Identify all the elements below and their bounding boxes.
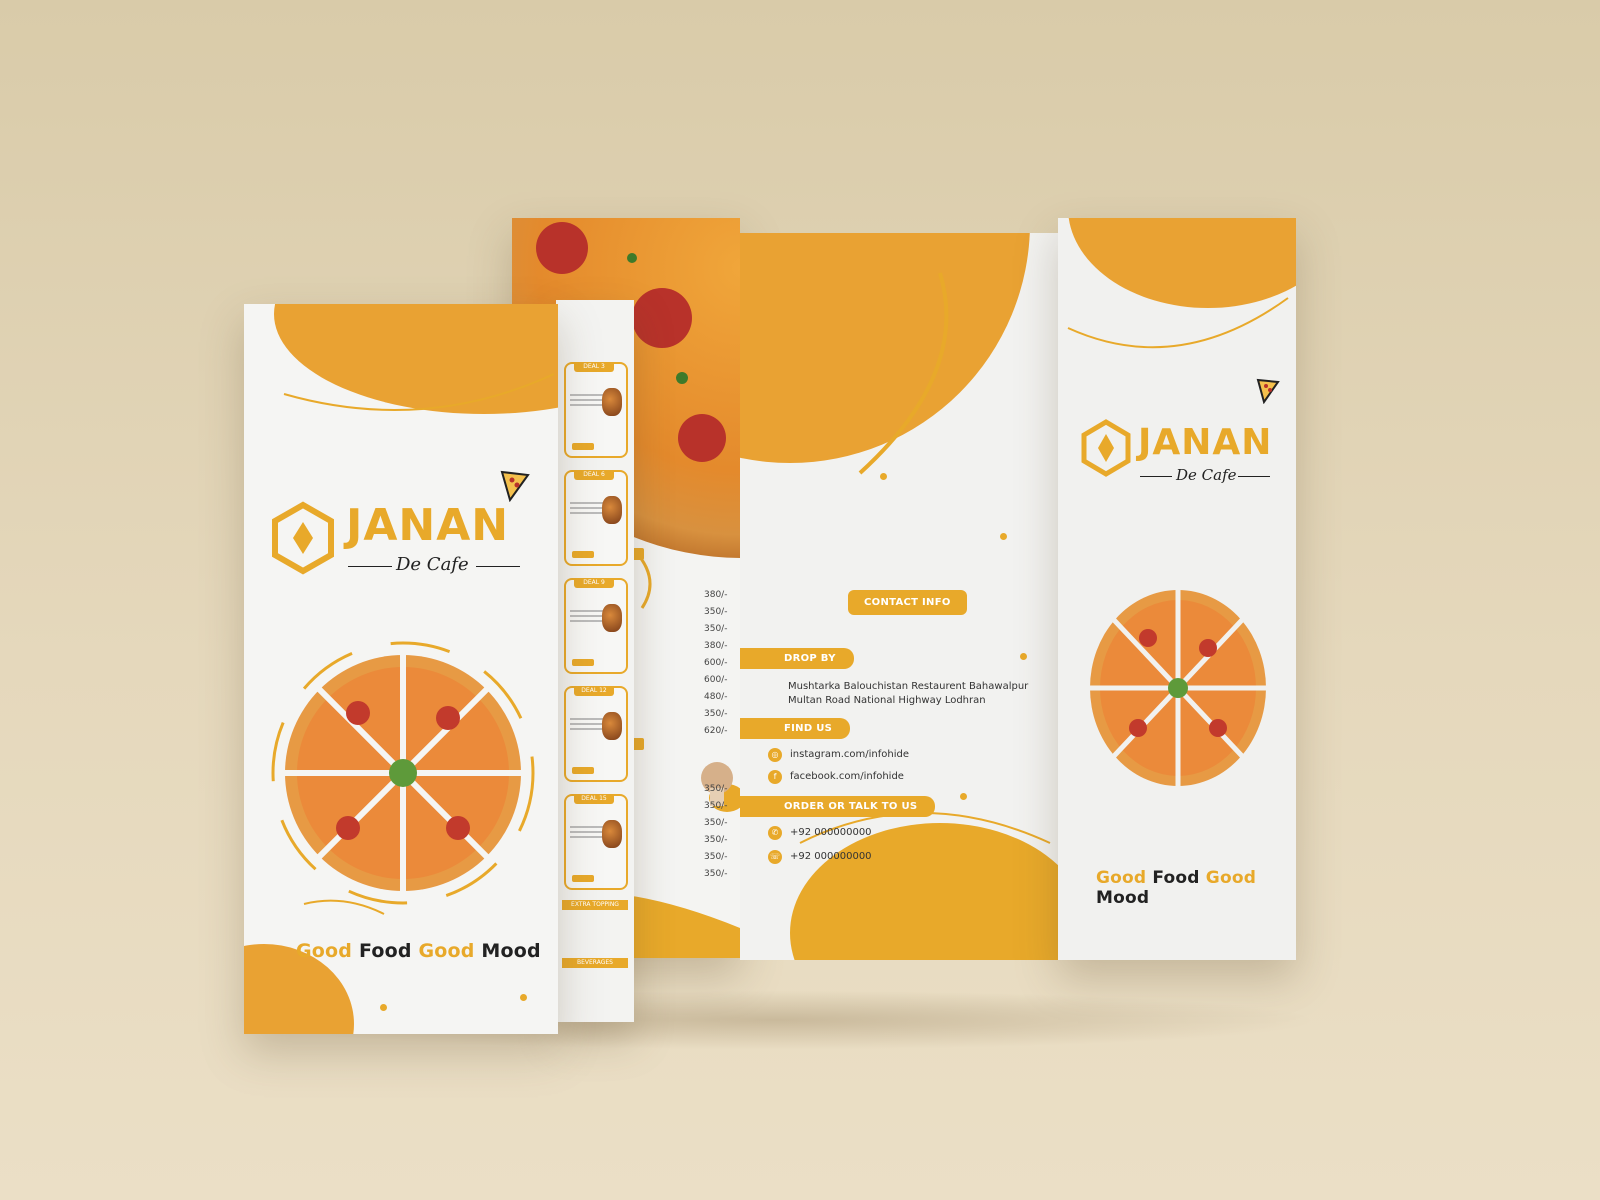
deal-title: DEAL 12	[574, 686, 614, 696]
deal-price-bar	[572, 551, 594, 558]
instagram-link[interactable]: instagram.com/infohide	[790, 748, 909, 762]
price: 350/-	[704, 852, 728, 862]
deal-price-bar	[572, 875, 594, 882]
slogan-word: Good	[1096, 868, 1147, 888]
deal-price-bar	[572, 443, 594, 450]
address-line-2: Multan Road National Highway Lodhran	[788, 695, 986, 706]
deal-food-image	[602, 712, 622, 740]
subtitle-divider	[348, 566, 392, 567]
phone-number-1[interactable]: +92 000000000	[790, 826, 872, 840]
facebook-icon: f	[768, 770, 782, 784]
price: 350/-	[704, 869, 728, 879]
deal-description-lines	[570, 826, 604, 828]
deal-description-lines	[570, 502, 604, 504]
price: 380/-	[704, 590, 728, 600]
phone-icon: ✆	[768, 826, 782, 840]
facebook-link[interactable]: facebook.com/infohide	[790, 770, 904, 784]
decor-dot	[520, 994, 527, 1001]
subtitle-divider	[1140, 476, 1172, 477]
decor-dot	[960, 793, 967, 800]
price: 350/-	[704, 624, 728, 634]
deal-card: DEAL 12	[564, 686, 628, 782]
deal-title: DEAL 9	[574, 578, 614, 588]
decor-dot	[1000, 533, 1007, 540]
price: 480/-	[704, 692, 728, 702]
price: 350/-	[704, 607, 728, 617]
price: 600/-	[704, 675, 728, 685]
deal-title: DEAL 15	[574, 794, 614, 804]
slogan-word: Good	[1205, 868, 1257, 888]
slogan-word: Good	[418, 940, 475, 962]
deal-title: DEAL 3	[574, 362, 614, 372]
beverages-header: BEVERAGES	[562, 958, 628, 968]
pizza-slice-icon	[1256, 378, 1280, 404]
brand-subtitle: De Cafe	[396, 554, 469, 575]
deal-description-lines	[570, 610, 604, 612]
deal-price-bar	[572, 767, 594, 774]
instagram-icon: ◎	[768, 748, 782, 762]
decor-dot	[880, 473, 887, 480]
decor-dot	[380, 1004, 387, 1011]
deal-description-lines	[570, 718, 604, 720]
subtitle-divider	[1238, 476, 1270, 477]
whatsapp-icon: ☏	[768, 850, 782, 864]
slogan: Good Food Good Mood	[296, 940, 541, 962]
brand-subtitle: De Cafe	[1176, 466, 1237, 484]
slogan-word: Mood	[1096, 888, 1150, 908]
deal-food-image	[602, 604, 622, 632]
price: 350/-	[704, 801, 728, 811]
price: 350/-	[704, 818, 728, 828]
price: 350/-	[704, 784, 728, 794]
slogan-word: Food	[358, 940, 412, 962]
slogan-word: Mood	[481, 940, 541, 962]
deal-card: DEAL 9	[564, 578, 628, 674]
brand-name: JANAN	[346, 500, 510, 551]
extra-topping-header: EXTRA TOPPING	[562, 900, 628, 910]
deal-card: DEAL 3	[564, 362, 628, 458]
deal-food-image	[602, 388, 622, 416]
front-brochure-deals-panel: DEAL 3 DEAL 6 DEAL 9 DEAL 12 DEAL 15 EXT…	[556, 300, 634, 1022]
sliced-pizza-image	[1090, 590, 1266, 786]
deal-price-bar	[572, 659, 594, 666]
price: 600/-	[704, 658, 728, 668]
brochure-mockup-scene: 380/- 350/- 350/- 380/- 600/- 600/- 480/…	[0, 0, 1600, 1200]
brand-name: JANAN	[1138, 422, 1273, 463]
order-label: ORDER OR TALK TO US	[740, 796, 936, 817]
drop-by-label: DROP BY	[740, 648, 854, 669]
address-line-1: Mushtarka Balouchistan Restaurent Bahawa…	[788, 681, 1029, 692]
price: 350/-	[704, 709, 728, 719]
deal-title: DEAL 6	[574, 470, 614, 480]
sliced-pizza-image	[271, 641, 535, 905]
price: 380/-	[704, 641, 728, 651]
brand-logo-icon	[272, 501, 334, 575]
slogan: Good Food Good Mood	[1096, 868, 1296, 908]
front-brochure-cover-panel: JANAN De Cafe Good Food Good Mood	[244, 304, 558, 1034]
deal-food-image	[602, 820, 622, 848]
deal-food-image	[602, 496, 622, 524]
deal-description-lines	[570, 394, 604, 396]
subtitle-divider	[476, 566, 520, 567]
decor-dot	[1020, 653, 1027, 660]
find-us-label: FIND US	[740, 718, 851, 739]
slogan-word: Food	[1152, 868, 1200, 888]
price: 350/-	[704, 835, 728, 845]
brand-logo-icon	[1081, 419, 1131, 477]
pizza-slice-icon	[500, 470, 530, 502]
deal-card: DEAL 6	[564, 470, 628, 566]
slogan-word: Good	[296, 940, 353, 962]
back-brochure-cover-panel: JANAN De Cafe Good Food Good Mood	[1058, 218, 1296, 960]
deal-card: DEAL 15	[564, 794, 628, 890]
price: 620/-	[704, 726, 728, 736]
contact-info-title: CONTACT INFO	[848, 590, 967, 615]
phone-number-2[interactable]: +92 000000000	[790, 850, 872, 864]
